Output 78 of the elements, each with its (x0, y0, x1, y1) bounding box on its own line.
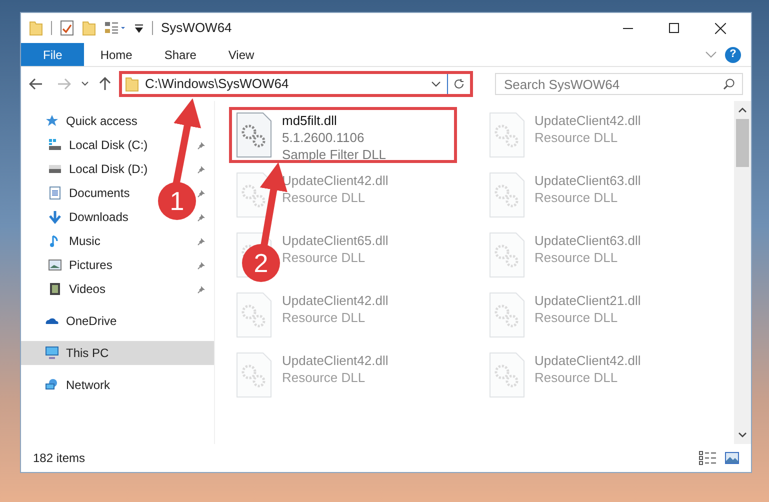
close-icon (714, 22, 726, 34)
pin-icon[interactable] (197, 188, 206, 198)
file-detail: Resource DLL (282, 369, 366, 386)
file-detail: Resource DLL (534, 249, 619, 266)
maximize-icon (669, 23, 679, 33)
dropdown-caret-icon[interactable] (431, 81, 441, 87)
layout-icon[interactable] (104, 20, 126, 36)
sidebar-item[interactable]: This PC (21, 341, 214, 365)
ribbon-tab[interactable]: Home (84, 43, 148, 66)
help-button[interactable]: ? (725, 46, 741, 62)
address-path: C:\Windows\SysWOW64 (145, 75, 289, 94)
item-count: 182 items (33, 450, 86, 467)
sidebar-item[interactable]: Pictures (69, 256, 112, 274)
ribbon-tab[interactable]: Share (148, 43, 212, 66)
gear-file-icon (236, 292, 272, 338)
customize-toolbar-icon[interactable] (134, 23, 144, 33)
properties-icon[interactable] (60, 20, 74, 36)
gear-file-icon (488, 352, 524, 398)
sidebar-item[interactable]: Local Disk (D:) (69, 160, 148, 178)
refresh-icon[interactable] (453, 78, 465, 90)
file-item[interactable]: md5filt.dll 5.1.2600.1106 Sample Filter DLL (229, 107, 457, 163)
large-icons-view-icon[interactable] (725, 452, 739, 464)
pin-icon[interactable] (197, 212, 206, 222)
sidebar-label: This PC (66, 345, 109, 362)
ribbon-tab[interactable]: File (21, 43, 84, 66)
scroll-down-icon[interactable] (738, 432, 747, 438)
search-field[interactable]: Search SysWOW64 (495, 73, 743, 95)
recent-locations-icon[interactable] (81, 81, 89, 87)
sidebar-item[interactable]: Documents (69, 184, 130, 202)
pin-icon[interactable] (197, 260, 206, 270)
back-arrow-icon[interactable] (29, 78, 43, 90)
up-arrow-icon[interactable] (99, 77, 111, 91)
down-arrow-icon (48, 210, 62, 224)
sidebar-item[interactable]: OneDrive (66, 312, 117, 330)
sidebar-item[interactable]: Music (69, 232, 100, 250)
file-detail: Resource DLL (534, 309, 619, 326)
file-detail: Resource DLL (282, 249, 366, 266)
expand-ribbon-icon[interactable] (705, 50, 717, 58)
document-icon (48, 186, 62, 200)
pin-icon[interactable] (197, 284, 206, 294)
file-detail: Resource DLL (534, 129, 619, 146)
scroll-up-icon[interactable] (738, 107, 747, 113)
gear-file-icon (488, 112, 524, 158)
pin-icon[interactable] (197, 236, 206, 246)
star-icon (45, 114, 59, 128)
search-icon (723, 78, 735, 90)
file-detail: 5.1.2600.1106 (282, 129, 366, 146)
film-icon (48, 282, 62, 296)
gear-file-icon (488, 292, 524, 338)
file-detail: Resource DLL (534, 369, 619, 386)
file-detail: Resource DLL (282, 189, 366, 206)
ribbon-tab[interactable]: View (212, 43, 270, 66)
sidebar-item[interactable]: Downloads (69, 208, 128, 226)
sidebar-item[interactable]: Quick access (66, 112, 138, 130)
drive-icon (48, 162, 62, 176)
file-detail: Sample Filter DLL (282, 146, 386, 163)
file-detail: Resource DLL (534, 189, 619, 206)
pin-icon[interactable] (197, 164, 206, 174)
globe-monitor-icon (45, 378, 59, 392)
scrollbar-thumb[interactable] (736, 119, 749, 167)
drive-icon (48, 138, 62, 152)
address-bar[interactable]: C:\Windows\SysWOW64 (119, 71, 473, 97)
details-view-icon[interactable] (699, 451, 717, 465)
monitor-icon (45, 346, 59, 360)
gear-file-icon (236, 112, 272, 158)
file-name: md5filt.dll (282, 112, 338, 129)
picture-icon (48, 258, 62, 272)
sidebar-item[interactable]: Videos (69, 280, 106, 298)
gear-file-icon (488, 232, 524, 278)
scrollbar[interactable] (734, 101, 751, 444)
sidebar-item[interactable]: Network (66, 376, 110, 394)
pin-icon[interactable] (197, 140, 206, 150)
folder-icon (125, 76, 139, 92)
sidebar-item[interactable]: Local Disk (C:) (69, 136, 148, 154)
window-title: SysWOW64 (161, 19, 232, 38)
gear-file-icon (236, 352, 272, 398)
gear-file-icon (488, 172, 524, 218)
file-detail: Resource DLL (282, 309, 366, 326)
